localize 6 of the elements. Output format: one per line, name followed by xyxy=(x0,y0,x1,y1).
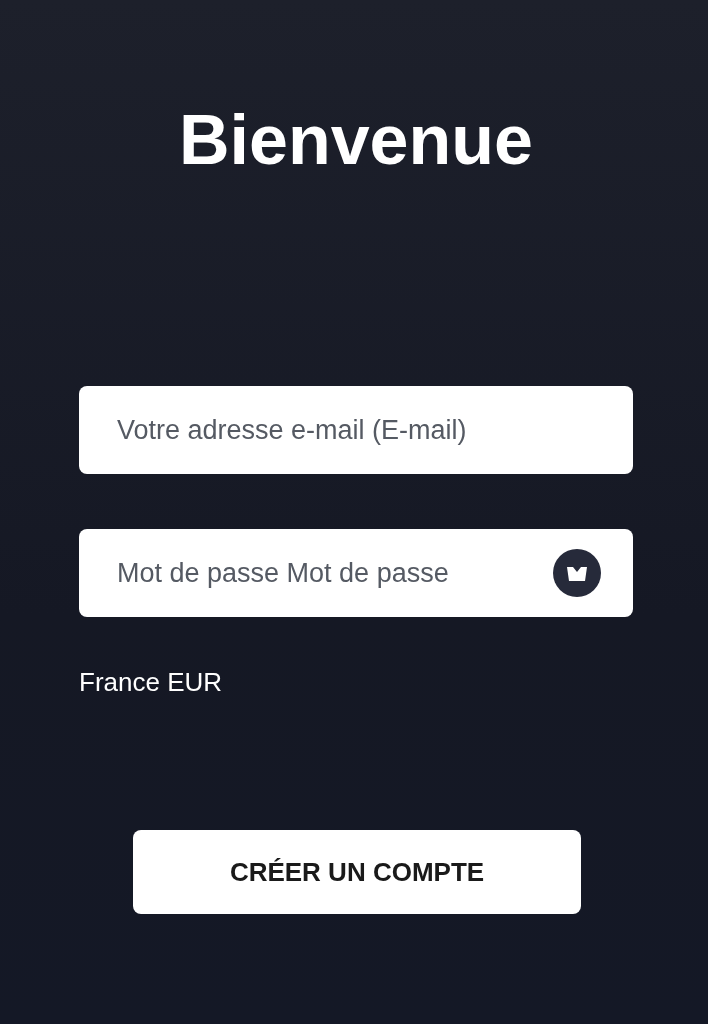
region-label: France EUR xyxy=(79,667,223,698)
email-field[interactable]: Votre adresse e-mail (E-mail) xyxy=(79,386,633,474)
password-field[interactable]: Mot de passe Mot de passe xyxy=(79,529,633,617)
create-account-button[interactable]: CRÉER UN COMPTE xyxy=(133,830,581,914)
welcome-title: Bienvenue xyxy=(179,100,533,181)
toggle-icon[interactable] xyxy=(553,549,601,597)
